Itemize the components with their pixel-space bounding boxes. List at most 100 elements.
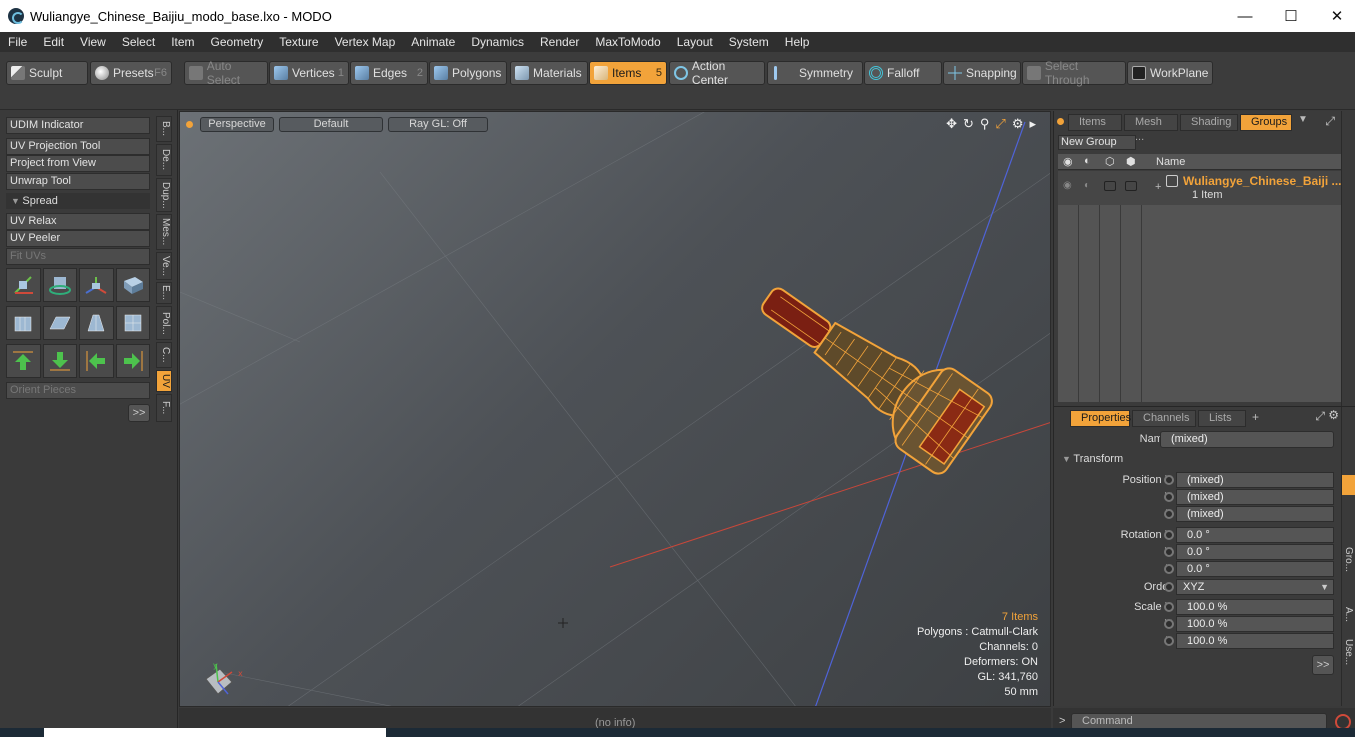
vtab-fusion[interactable]: F...	[156, 394, 172, 422]
menu-view[interactable]: View	[72, 35, 114, 49]
viewport-options-dot-icon[interactable]	[186, 121, 193, 128]
orient-pieces-button[interactable]: Orient Pieces	[6, 382, 150, 399]
scale-y-field[interactable]: 100.0 %	[1176, 616, 1334, 632]
row-lock-checkbox[interactable]	[1104, 181, 1116, 191]
vtab-mesh-edit[interactable]: Mes...	[156, 214, 172, 250]
action-center-button[interactable]: Action Center	[669, 59, 765, 87]
uv-grid-map-icon[interactable]	[79, 306, 114, 340]
uv-cylinder-map-icon[interactable]	[6, 306, 41, 340]
expand-more-button[interactable]: >>	[128, 404, 150, 422]
row-eye-icon[interactable]: ◉	[1063, 180, 1072, 191]
tab-items[interactable]: Items	[1068, 114, 1122, 131]
properties-settings-gear-icon[interactable]: ⚙	[1328, 408, 1339, 422]
fit-uvs-button[interactable]: Fit UVs	[6, 248, 150, 265]
scale-z-keyframe-icon[interactable]	[1164, 636, 1174, 646]
maximize-viewport-icon[interactable]: ⤢	[995, 116, 1005, 132]
menu-geometry[interactable]: Geometry	[203, 35, 272, 49]
order-dropdown[interactable]: XYZ ▼	[1176, 579, 1334, 595]
snapping-button[interactable]: Snapping	[943, 61, 1021, 85]
group-name[interactable]: Wuliangye_Chinese_Baiji ...	[1183, 174, 1343, 188]
sculpt-button[interactable]: Sculpt	[6, 61, 88, 85]
rotation-x-field[interactable]: 0.0 °	[1176, 527, 1334, 543]
align-down-arrow-icon[interactable]	[42, 344, 77, 378]
properties-expand-icon[interactable]: ⤢	[1315, 409, 1325, 424]
uv-box-map-icon[interactable]	[115, 306, 150, 340]
uv-move-tool-icon[interactable]	[6, 268, 41, 302]
menu-animate[interactable]: Animate	[403, 35, 463, 49]
properties-more-button[interactable]: >>	[1312, 655, 1334, 675]
uv-transform-tool-icon[interactable]	[115, 268, 150, 302]
align-left-arrow-icon[interactable]	[79, 344, 114, 378]
vtab-edge[interactable]: E...	[156, 282, 172, 304]
scale-x-keyframe-icon[interactable]	[1164, 602, 1174, 612]
menu-vertex-map[interactable]: Vertex Map	[327, 35, 404, 49]
rotation-z-keyframe-icon[interactable]	[1164, 564, 1174, 574]
pan-move-icon[interactable]: ✥	[946, 116, 957, 132]
panel-expand-icon[interactable]: ⤢	[1325, 114, 1335, 129]
order-keyframe-icon[interactable]	[1164, 582, 1174, 592]
menu-edit[interactable]: Edit	[35, 35, 72, 49]
transform-section-header[interactable]: ▼ Transform	[1062, 453, 1123, 465]
tabs-dropdown-chevron-icon[interactable]: ▼	[1294, 114, 1308, 131]
position-x-keyframe-icon[interactable]	[1164, 475, 1174, 485]
position-x-field[interactable]: (mixed)	[1176, 472, 1334, 488]
minimize-button[interactable]: —	[1222, 0, 1268, 32]
side-strip-active-marker[interactable]	[1342, 475, 1355, 495]
rotation-y-keyframe-icon[interactable]	[1164, 547, 1174, 557]
scale-y-keyframe-icon[interactable]	[1164, 619, 1174, 629]
new-group-button[interactable]: New Group	[1058, 135, 1136, 150]
vtab-vertex[interactable]: Ve...	[156, 252, 172, 280]
side-tab-groups[interactable]: Gro...	[1343, 547, 1354, 572]
row-render-icon[interactable]: ◐	[1084, 180, 1090, 191]
tab-lists[interactable]: Lists	[1198, 410, 1246, 427]
tab-channels[interactable]: Channels	[1132, 410, 1196, 427]
menu-texture[interactable]: Texture	[271, 35, 326, 49]
tab-shading[interactable]: Shading	[1180, 114, 1238, 131]
presets-button[interactable]: Presets F6	[90, 61, 172, 85]
side-tab-assembly[interactable]: A...	[1343, 607, 1354, 622]
position-z-keyframe-icon[interactable]	[1164, 509, 1174, 519]
uv-relax-button[interactable]: UV Relax	[6, 213, 150, 230]
position-y-keyframe-icon[interactable]	[1164, 492, 1174, 502]
uv-scale-tool-icon[interactable]	[79, 268, 114, 302]
materials-button[interactable]: Materials	[510, 61, 588, 85]
tab-properties[interactable]: Properties	[1070, 410, 1131, 427]
uv-planar-map-icon[interactable]	[42, 306, 77, 340]
vtab-curves[interactable]: C...	[156, 342, 172, 368]
tab-groups[interactable]: Groups	[1240, 114, 1292, 131]
expand-plus-icon[interactable]: +	[1155, 181, 1161, 193]
auto-select-button[interactable]: Auto Select	[184, 59, 268, 87]
position-z-field[interactable]: (mixed)	[1176, 506, 1334, 522]
project-from-view-button[interactable]: Project from View	[6, 155, 150, 172]
uv-peeler-button[interactable]: UV Peeler	[6, 230, 150, 247]
edges-button[interactable]: Edges 2	[350, 61, 428, 85]
menu-file[interactable]: File	[0, 35, 35, 49]
bottle-wireframe[interactable]	[740, 258, 996, 477]
rotation-x-keyframe-icon[interactable]	[1164, 530, 1174, 540]
symmetry-button[interactable]: Symmetry	[767, 61, 863, 85]
select-through-button[interactable]: Select Through	[1022, 59, 1126, 87]
panel-options-dot-icon[interactable]	[1057, 118, 1064, 125]
align-up-arrow-icon[interactable]	[6, 344, 41, 378]
falloff-button[interactable]: Falloff	[864, 61, 942, 85]
align-right-arrow-icon[interactable]	[115, 344, 150, 378]
raygl-toggle[interactable]: Ray GL: Off	[388, 117, 488, 132]
vtab-deform[interactable]: De...	[156, 144, 172, 176]
zoom-magnifier-icon[interactable]: ⚲	[980, 116, 990, 132]
rotate-view-icon[interactable]: ↻	[963, 116, 974, 132]
udim-indicator-button[interactable]: UDIM Indicator	[6, 117, 150, 134]
unwrap-tool-button[interactable]: Unwrap Tool	[6, 173, 150, 190]
polygons-button[interactable]: Polygons	[429, 61, 507, 85]
menu-maxtomodo[interactable]: MaxToModo	[587, 35, 668, 49]
add-tab-button[interactable]: +	[1248, 410, 1259, 427]
uv-rotate-tool-icon[interactable]	[42, 268, 77, 302]
scale-z-field[interactable]: 100.0 %	[1176, 633, 1334, 649]
menu-dynamics[interactable]: Dynamics	[463, 35, 532, 49]
view-type-dropdown[interactable]: Perspective	[200, 117, 274, 132]
vtab-basic[interactable]: B...	[156, 116, 172, 142]
menu-system[interactable]: System	[721, 35, 777, 49]
vtab-duplicate[interactable]: Dup...	[156, 178, 172, 212]
menu-layout[interactable]: Layout	[669, 35, 721, 49]
maximize-button[interactable]: ☐	[1268, 0, 1314, 32]
rotation-z-field[interactable]: 0.0 °	[1176, 561, 1334, 577]
